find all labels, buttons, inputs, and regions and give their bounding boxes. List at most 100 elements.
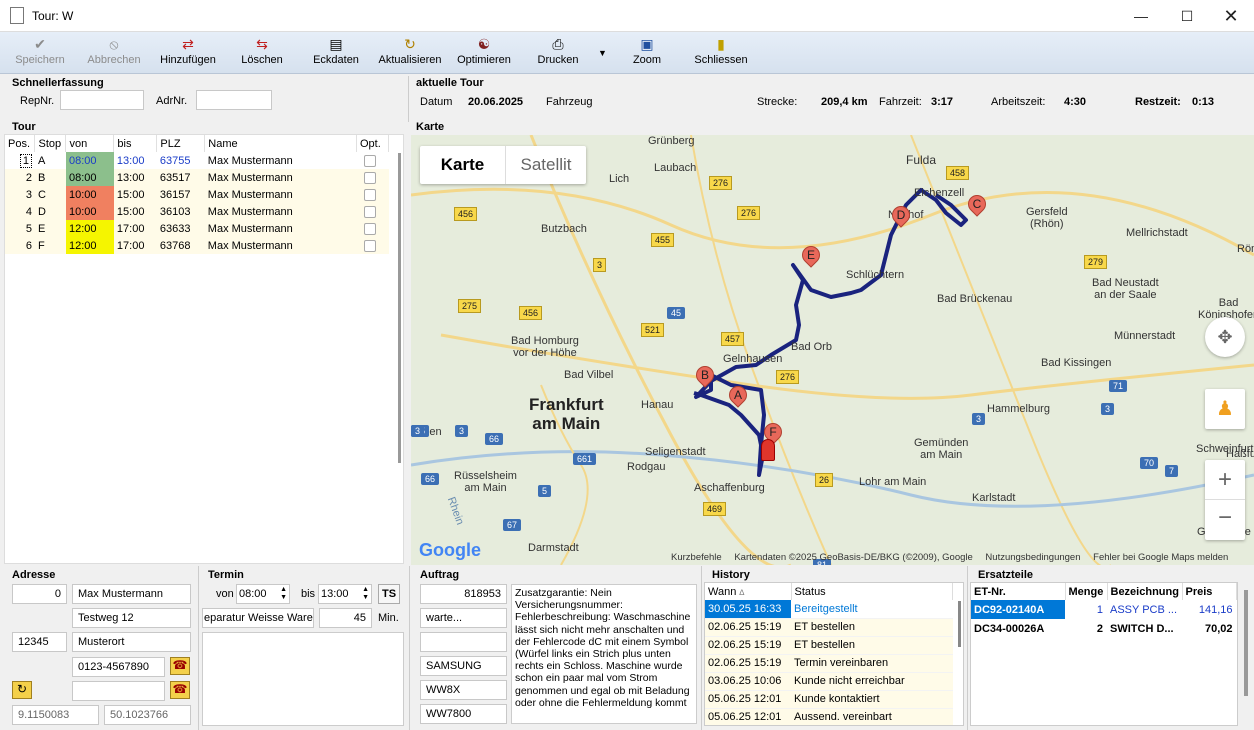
map-marker-d[interactable]: D — [888, 202, 914, 234]
zoom-in-button[interactable]: + — [1205, 460, 1245, 500]
spinner-icon[interactable]: ▲ ▼ — [280, 586, 287, 602]
col-von[interactable]: von — [65, 135, 115, 152]
scrollbar[interactable] — [1244, 590, 1248, 696]
order-description[interactable]: Zusatzgarantie: Nein Versicherungsnummer… — [511, 584, 697, 724]
optimize-button[interactable]: ☯ Optimieren — [454, 34, 514, 72]
optional-checkbox[interactable] — [363, 188, 376, 201]
optional-checkbox[interactable] — [363, 154, 376, 167]
history-row[interactable]: 02.06.25 15:19 ET bestellen — [705, 636, 953, 655]
adr-input[interactable] — [196, 90, 272, 110]
scrollbar[interactable] — [958, 601, 961, 647]
map-marker-a[interactable]: A — [725, 382, 751, 414]
map-marker-e[interactable]: E — [798, 242, 824, 274]
address-name[interactable]: Max Mustermann — [72, 584, 191, 604]
col-qty[interactable]: Menge — [1065, 583, 1108, 600]
order-field[interactable] — [420, 632, 507, 652]
map-shortcuts-link[interactable]: Kurzbefehle — [671, 552, 722, 563]
col-opt[interactable]: Opt. — [356, 135, 389, 152]
map-report-link[interactable]: Fehler bei Google Maps melden — [1093, 552, 1228, 563]
parts-row[interactable]: DC92-02140A 1 ASSY PCB ... 141,16 — [971, 600, 1237, 619]
order-nr[interactable]: 818953 — [420, 584, 507, 604]
rep-input[interactable] — [60, 90, 144, 110]
col-desc[interactable]: Bezeichnung — [1107, 583, 1183, 600]
optional-checkbox[interactable] — [363, 239, 376, 252]
col-et-nr[interactable]: ET-Nr. — [971, 583, 1066, 600]
place-label-gelnhausen: Gelnhausen — [723, 353, 783, 365]
refresh-button[interactable]: ↻ Aktualisieren — [376, 34, 444, 72]
order-status[interactable]: warte... — [420, 608, 507, 628]
divider — [701, 566, 702, 730]
col-pos[interactable]: Pos. — [5, 135, 36, 152]
map-view[interactable]: Fulda Grünberg Laubach Lich Butzbach Eichenze… — [411, 135, 1254, 565]
pan-control-icon[interactable]: ✥ — [1205, 317, 1245, 357]
tab-map[interactable]: Karte — [420, 146, 506, 184]
history-row[interactable]: 05.06.25 12:01 Kunde kontaktiert — [705, 690, 953, 709]
print-button[interactable]: ⎙ Drucken — [532, 34, 584, 72]
table-row[interactable]: 4 D 10:00 15:00 36103 Max Mustermann — [5, 203, 389, 220]
refresh-address-icon[interactable]: ↻ — [12, 681, 32, 699]
col-plz[interactable]: PLZ — [156, 135, 206, 152]
history-row[interactable]: 30.05.25 16:33 Bereitgestellt — [705, 600, 953, 619]
history-status: Aussend. vereinbart — [791, 708, 953, 725]
history-row[interactable]: 02.06.25 15:19 Termin vereinbaren — [705, 654, 953, 673]
order-model2[interactable]: WW7800 — [420, 704, 507, 724]
history-row[interactable]: 03.06.25 10:06 Kunde nicht erreichbar — [705, 672, 953, 691]
order-brand[interactable]: SAMSUNG — [420, 656, 507, 676]
opt-cell — [356, 152, 389, 169]
optional-checkbox[interactable] — [363, 205, 376, 218]
table-row[interactable]: 5 E 12:00 17:00 63633 Max Mustermann — [5, 220, 389, 237]
save-button[interactable]: ✔ Speichern — [10, 34, 70, 72]
close-button[interactable]: ▮ Schliessen — [694, 34, 748, 72]
keydata-button[interactable]: ▤ Eckdaten — [310, 34, 362, 72]
phone2-call-icon[interactable]: ☎ — [170, 681, 190, 699]
parts-row[interactable]: DC34-00026A 2 SWITCH D... 70,02 — [971, 619, 1237, 638]
optional-checkbox[interactable] — [363, 222, 376, 235]
col-stop[interactable]: Stop — [34, 135, 67, 152]
table-row[interactable]: 2 B 08:00 13:00 63517 Max Mustermann — [5, 169, 389, 186]
optional-checkbox[interactable] — [363, 171, 376, 184]
map-terms-link[interactable]: Nutzungsbedingungen — [985, 552, 1080, 563]
col-when[interactable]: Wann ∆ — [705, 583, 792, 600]
scrollbar[interactable] — [398, 153, 401, 463]
address-street[interactable]: Testweg 12 — [72, 608, 191, 628]
order-model[interactable]: WW8X — [420, 680, 507, 700]
history-row[interactable]: 05.06.25 12:01 Aussend. vereinbart — [705, 708, 953, 725]
task-input[interactable]: eparatur Weisse Ware — [202, 608, 314, 628]
address-phone[interactable]: 0123-4567890 — [72, 657, 165, 677]
spinner-icon[interactable]: ▲ ▼ — [362, 586, 369, 602]
street-view-icon[interactable]: ♟ — [1205, 389, 1245, 429]
col-name[interactable]: Name — [204, 135, 357, 152]
bis-time-input[interactable]: 13:00 ▲ ▼ — [318, 584, 372, 604]
col-status[interactable]: Status — [791, 583, 953, 600]
work-label: Arbeitszeit: — [991, 96, 1046, 108]
zoom-button[interactable]: ▣ Zoom — [624, 34, 670, 72]
cancel-button[interactable]: ⦸ Abbrechen — [84, 34, 144, 72]
maximize-button[interactable]: ☐ — [1164, 4, 1210, 28]
table-row[interactable]: 1 A 08:00 13:00 63755 Max Mustermann — [5, 152, 389, 169]
print-dropdown-icon[interactable]: ▼ — [598, 48, 607, 58]
col-price[interactable]: Preis — [1182, 583, 1237, 600]
add-button[interactable]: ⇄ Hinzufügen — [156, 34, 220, 72]
history-row[interactable]: 02.06.25 15:19 ET bestellen — [705, 618, 953, 637]
von-time-input[interactable]: 08:00 ▲ ▼ — [236, 584, 290, 604]
phone-call-icon[interactable]: ☎ — [170, 657, 190, 675]
map-marker-b[interactable]: B — [692, 362, 718, 394]
address-city[interactable]: Musterort — [72, 632, 191, 652]
address-phone2[interactable] — [72, 681, 165, 701]
zoom-out-button[interactable]: − — [1205, 500, 1245, 540]
place-label-seligenstadt: Seligenstadt — [645, 446, 706, 458]
col-bis[interactable]: bis — [113, 135, 158, 152]
tour-title: Tour — [12, 121, 36, 133]
address-nr[interactable]: 0 — [12, 584, 67, 604]
close-window-button[interactable]: ✕ — [1208, 4, 1254, 28]
table-row[interactable]: 6 F 12:00 17:00 63768 Max Mustermann — [5, 237, 389, 254]
notes-textarea[interactable] — [202, 632, 404, 726]
delete-button[interactable]: ⇆ Löschen — [234, 34, 290, 72]
ts-button[interactable]: TS — [378, 584, 400, 604]
map-marker-c[interactable]: C — [964, 191, 990, 223]
tab-satellite[interactable]: Satellit — [506, 146, 586, 184]
duration-input[interactable]: 45 — [319, 608, 372, 628]
minimize-button[interactable]: — — [1118, 4, 1164, 28]
address-zip[interactable]: 12345 — [12, 632, 67, 652]
table-row[interactable]: 3 C 10:00 15:00 36157 Max Mustermann — [5, 186, 389, 203]
